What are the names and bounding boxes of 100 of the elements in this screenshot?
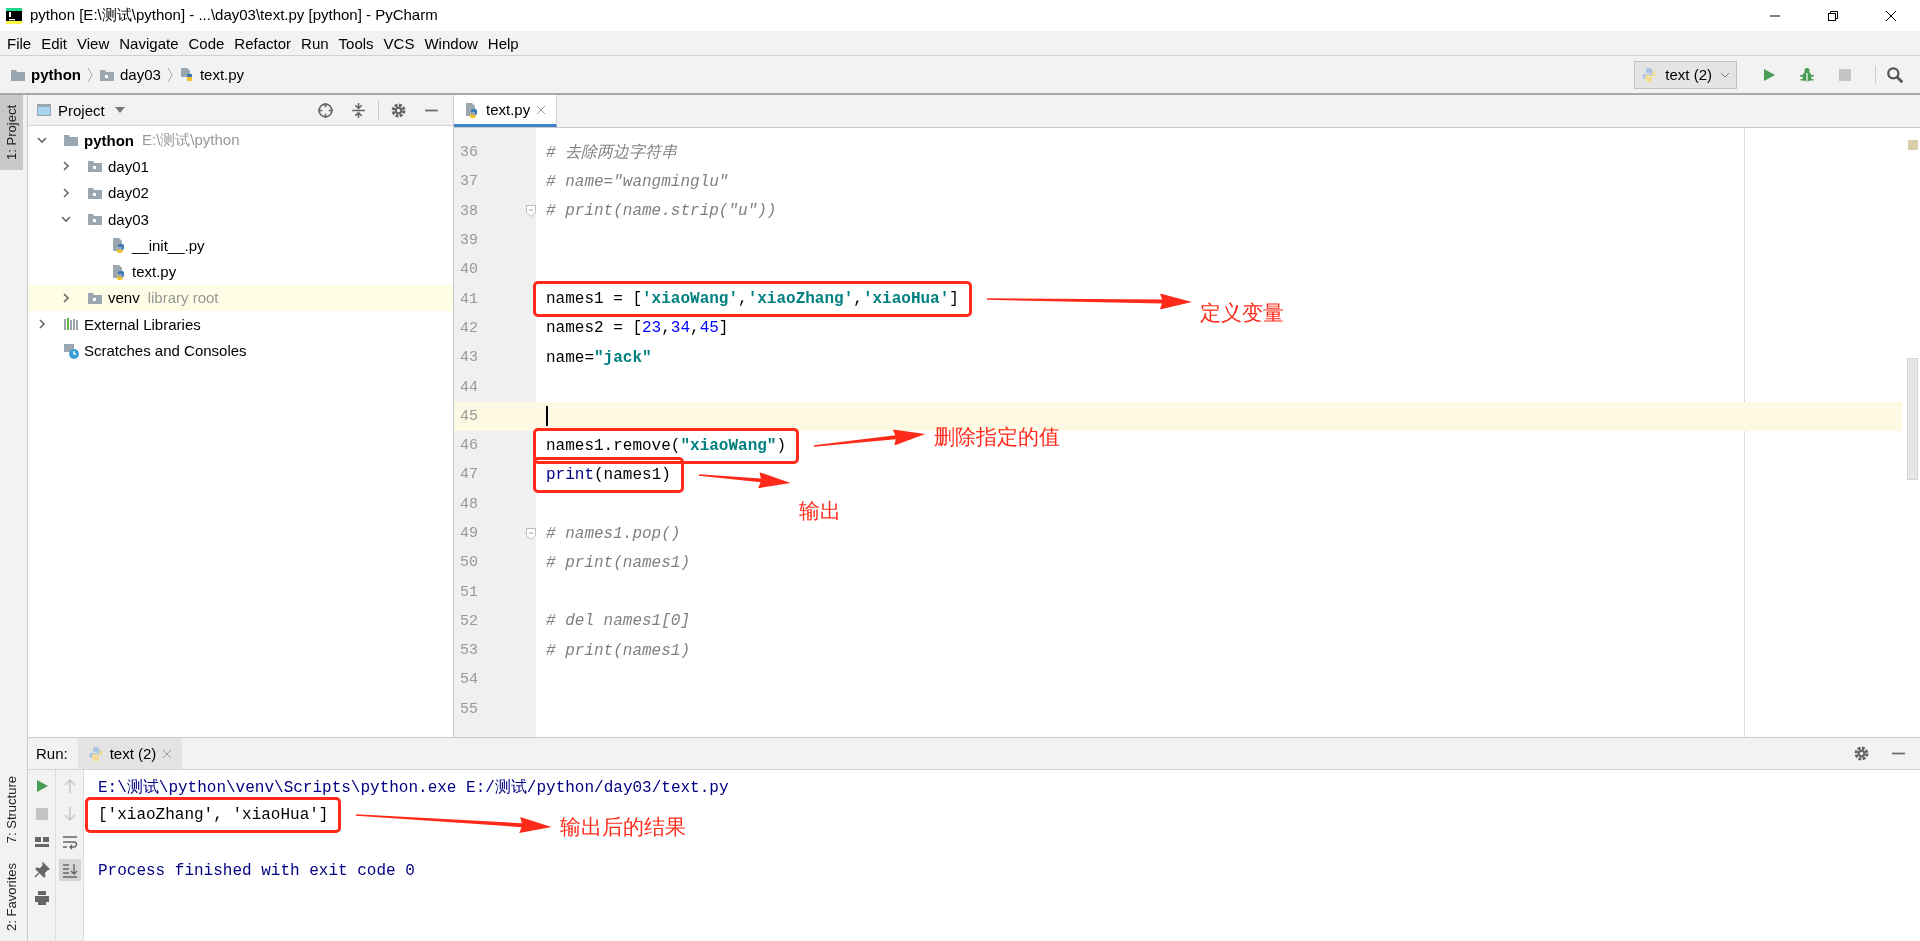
code-line: # 去除两边字符串 — [546, 142, 678, 164]
run-icon[interactable] — [1761, 66, 1777, 83]
line-number: 45 — [459, 407, 478, 425]
code-line: names1.remove("xiaoWang") — [546, 436, 787, 455]
breadcrumb-item[interactable]: python — [10, 66, 81, 83]
line-number: 43 — [459, 349, 478, 367]
settings-icon[interactable] — [1853, 745, 1870, 762]
line-number: 42 — [459, 319, 478, 337]
scroll-to-end-icon[interactable] — [58, 859, 81, 881]
python-logo-icon — [1641, 66, 1658, 83]
editor-tab[interactable]: text.py — [454, 95, 558, 127]
line-number: 37 — [459, 173, 478, 191]
menu-item[interactable]: View — [72, 34, 115, 52]
line-number: 52 — [459, 612, 478, 630]
line-number: 40 — [459, 261, 478, 279]
restore-icon[interactable] — [1827, 9, 1839, 22]
line-number: 41 — [459, 290, 478, 308]
python-file-icon — [111, 263, 127, 280]
tree-item[interactable]: day03 — [108, 210, 149, 228]
panel-icon — [36, 102, 52, 118]
line-number: 51 — [459, 583, 478, 601]
code-line: names1 = ['xiaoWang','xiaoZhang','xiaoHua'] — [546, 290, 959, 309]
line-number: 46 — [459, 437, 478, 455]
menu-item[interactable]: Navigate — [114, 34, 184, 52]
dropdown-icon[interactable] — [114, 107, 125, 113]
code-line: names2 = [23,34,45] — [546, 319, 729, 338]
run-configuration-dropdown[interactable]: text (2) — [1634, 60, 1737, 89]
tree-item[interactable]: venv — [108, 289, 140, 307]
tree-item[interactable]: day01 — [108, 157, 149, 175]
menu-item[interactable]: File — [2, 34, 37, 52]
panel-title[interactable]: Project — [58, 101, 105, 119]
breadcrumb-item[interactable]: text.py — [178, 66, 245, 83]
chevron-icon — [166, 66, 173, 83]
tool-window-tab[interactable]: 1: Project — [0, 95, 23, 170]
line-number: 38 — [459, 202, 478, 220]
tool-window-tab[interactable]: 2: Favorites — [0, 853, 23, 941]
code-line: name="jack" — [546, 348, 652, 367]
code-line: print(names1) — [546, 465, 671, 484]
python-file-icon — [464, 101, 480, 118]
folder-icon — [87, 211, 103, 228]
line-number: 47 — [459, 466, 478, 484]
menu-item[interactable]: Run — [296, 34, 334, 52]
caret-icon — [1720, 71, 1730, 78]
text-cursor — [546, 406, 548, 427]
menu-item[interactable]: Help — [482, 34, 524, 52]
collapse-icon[interactable] — [350, 101, 367, 119]
line-number: 53 — [459, 642, 478, 660]
close-icon[interactable] — [1885, 9, 1897, 22]
crosshair-icon[interactable] — [317, 101, 334, 119]
line-number: 36 — [459, 144, 478, 162]
python-logo-icon — [87, 745, 104, 762]
python-file-icon — [111, 237, 127, 254]
tree-item[interactable]: text.py — [132, 263, 177, 281]
tool-window-tab[interactable]: 7: Structure — [0, 765, 23, 854]
annotation-label: 输出 — [798, 497, 841, 524]
chevron-icon — [87, 66, 93, 83]
code-line: # print(names1) — [546, 553, 691, 572]
menu-item[interactable]: Code — [183, 34, 230, 52]
search-icon[interactable] — [1875, 65, 1904, 84]
run-label: Run: — [36, 745, 68, 762]
line-number: 49 — [459, 525, 478, 542]
tree-item[interactable]: python — [84, 131, 134, 149]
tree-item[interactable]: __init__.py — [132, 236, 205, 254]
breadcrumb-item[interactable]: day03 — [99, 66, 161, 83]
app-logo-icon — [6, 7, 22, 24]
line-number: 50 — [459, 554, 478, 572]
code-line: # print(name.strip("u")) — [546, 202, 777, 221]
python-file-icon — [178, 66, 195, 83]
line-number: 39 — [459, 232, 478, 250]
annotation-label: 定义变量 — [1199, 300, 1284, 327]
run-tab[interactable]: text (2) — [77, 738, 183, 769]
bug-icon[interactable] — [1799, 66, 1815, 83]
folder-icon — [87, 158, 103, 175]
scratches-icon — [63, 342, 79, 359]
code-line: # del names1[0] — [546, 612, 691, 631]
tree-item[interactable]: Scratches and Consoles — [84, 342, 247, 359]
annotation-label: 删除指定的值 — [934, 423, 1061, 450]
path-hint: library root — [147, 289, 219, 307]
path-hint: E:\测试\python — [142, 130, 240, 150]
menu-item[interactable]: VCS — [378, 34, 420, 52]
code-line: # print(names1) — [546, 641, 691, 660]
menu-item[interactable]: Tools — [333, 34, 379, 52]
folder-icon — [63, 132, 79, 149]
menu-item[interactable]: Window — [419, 34, 483, 52]
code-line: # name="wangminglu" — [546, 172, 729, 191]
tree-item[interactable]: day02 — [108, 184, 149, 202]
annotation-label: 输出后的结果 — [560, 814, 687, 840]
code-line: # names1.pop() — [546, 524, 681, 543]
menu-item[interactable]: Edit — [36, 34, 73, 52]
console-line: E:\测试\python\venv\Scripts\python.exe E:/测试/python/day03/text.py — [98, 777, 729, 798]
line-number: 48 — [459, 495, 478, 513]
libraries-icon — [63, 316, 79, 333]
settings-icon[interactable] — [390, 101, 407, 119]
line-number: 55 — [459, 700, 478, 718]
scrollbar-thumb[interactable] — [1907, 358, 1918, 480]
console-line: Process finished with exit code 0 — [98, 862, 415, 880]
menu-item[interactable]: Refactor — [229, 34, 297, 52]
console-line: ['xiaoZhang', 'xiaoHua'] — [98, 806, 329, 824]
window-title: python [E:\测试\python] - ...\day03\text.py [python] - PyCharm — [30, 6, 438, 25]
tree-item[interactable]: External Libraries — [84, 315, 201, 333]
